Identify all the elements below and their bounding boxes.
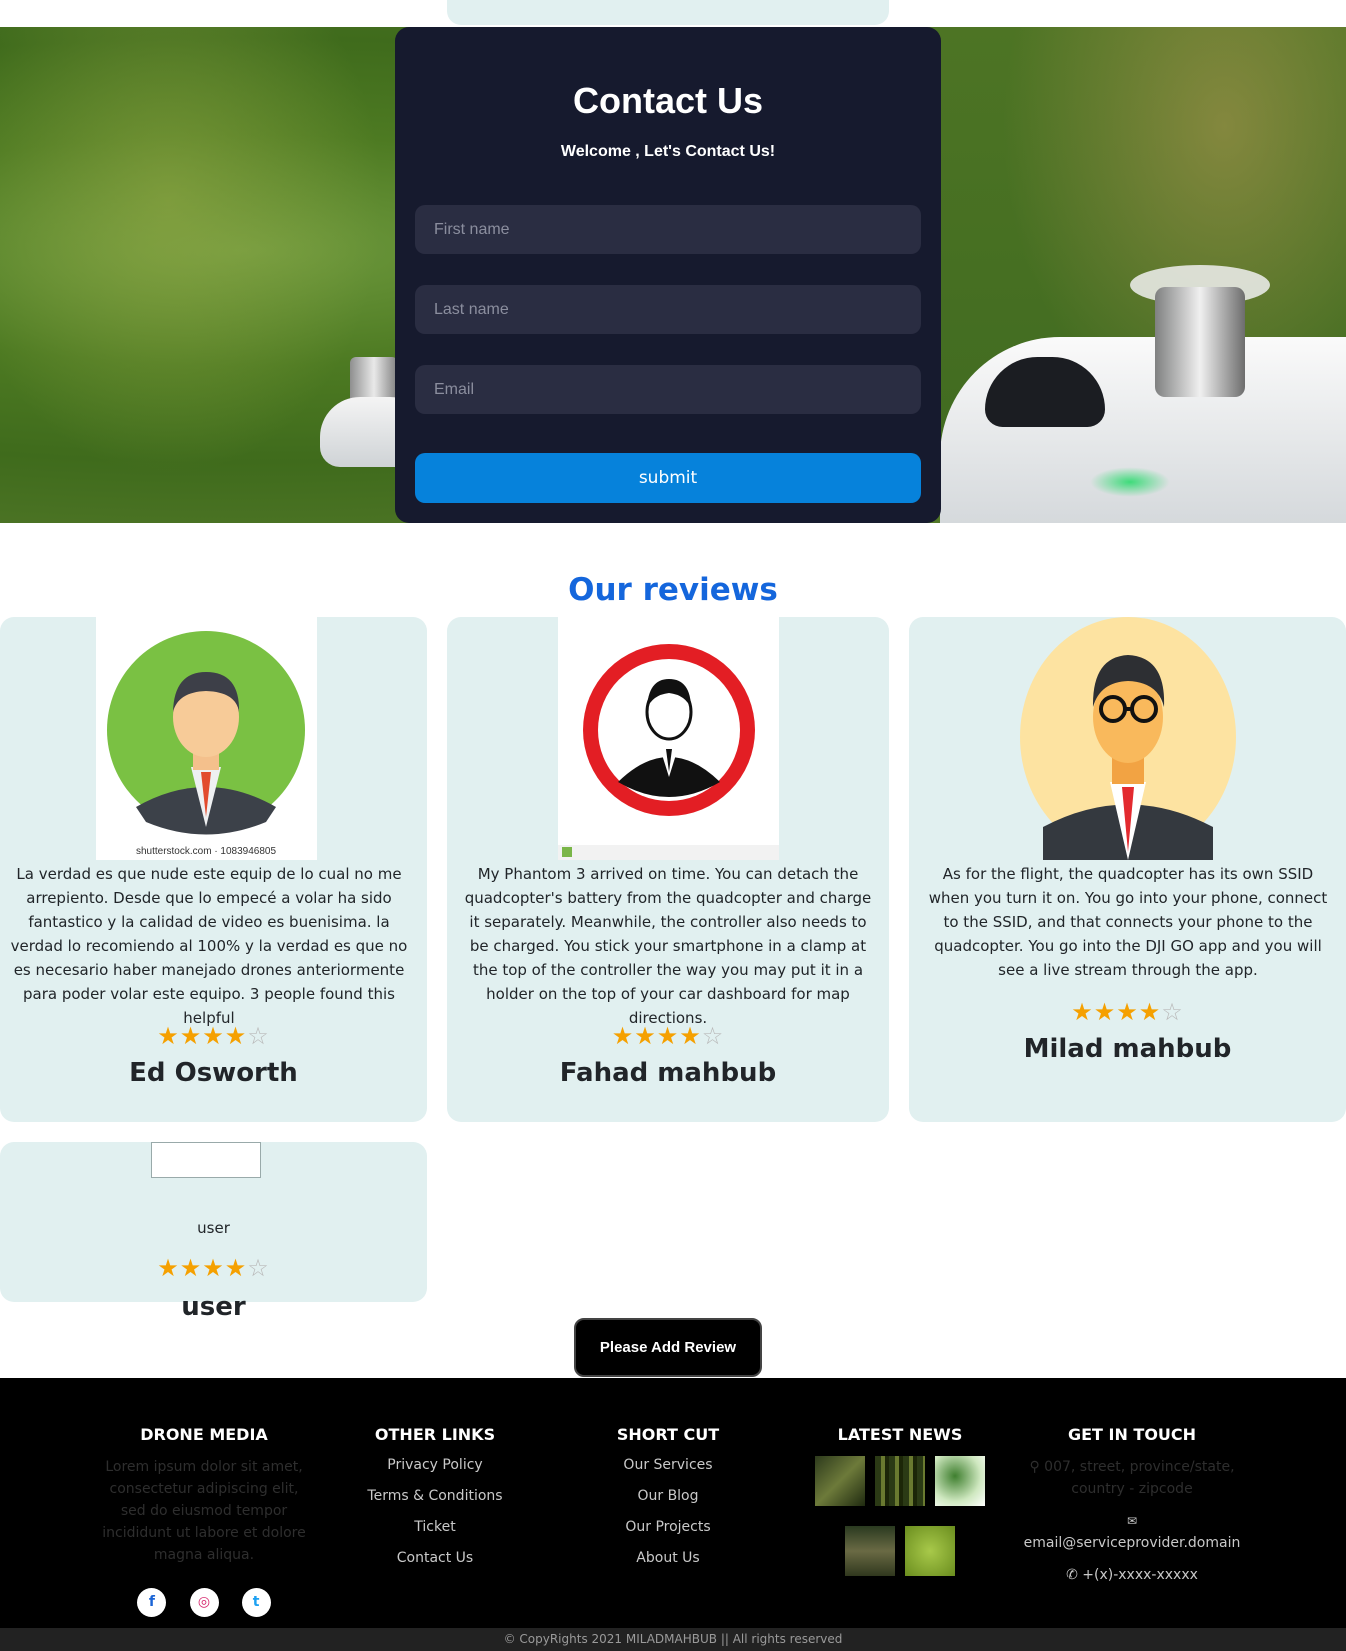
reviewer-name: user	[181, 1292, 246, 1322]
copyright-bar: © CopyRights 2021 MILADMAHBUB || All rig…	[0, 1628, 1346, 1651]
avatar	[1018, 617, 1239, 860]
footer-about-text: Lorem ipsum dolor sit amet, consectetur …	[102, 1459, 306, 1563]
map-marker-icon: ⚲	[1029, 1459, 1045, 1475]
reviewer-name: Fahad mahbub	[559, 1058, 777, 1088]
contact-form: Contact Us Welcome , Let's Contact Us! s…	[395, 27, 941, 523]
glasses-man-avatar-icon	[1020, 617, 1236, 860]
review-card: My Phantom 3 arrived on time. You can de…	[447, 617, 889, 1122]
review-text: La verdad es que nude este equip de lo c…	[10, 865, 408, 1027]
envelope-icon: ✉	[1126, 1514, 1138, 1528]
footer-heading: GET IN TOUCH	[1067, 1425, 1197, 1444]
footer-link-contact[interactable]: Contact Us	[335, 1549, 535, 1567]
star-half-icon: ☆	[247, 1254, 270, 1282]
social-links: f ◎ t	[98, 1588, 310, 1617]
star-full-icon: ★★★★	[157, 1022, 248, 1050]
image-caption: shutterstock.com · 1083946805	[136, 846, 277, 857]
review-text: As for the flight, the quadcopter has it…	[928, 865, 1328, 979]
footer: DRONE MEDIA Lorem ipsum dolor sit amet, …	[0, 1378, 1346, 1628]
rating-stars: ★★★★☆	[909, 998, 1346, 1026]
footer-heading: SHORT CUT	[616, 1425, 720, 1444]
email-field[interactable]	[415, 365, 921, 414]
star-full-icon: ★★★★	[1071, 998, 1162, 1026]
drone-motor-right	[1155, 287, 1245, 397]
drone-led	[1090, 467, 1170, 497]
footer-get-in-touch: GET IN TOUCH ⚲ 007, street, province/sta…	[1022, 1425, 1242, 1586]
reviews-title: Our reviews	[568, 572, 778, 608]
rating-stars: ★★★★☆	[0, 1254, 427, 1282]
twitter-icon[interactable]: t	[241, 1588, 271, 1617]
footer-other-links: OTHER LINKS Privacy Policy Terms & Condi…	[335, 1425, 535, 1580]
footer-link-about[interactable]: About Us	[568, 1549, 768, 1567]
news-thumbnail[interactable]	[875, 1456, 925, 1506]
news-thumbnail[interactable]	[815, 1456, 865, 1506]
facebook-icon[interactable]: f	[137, 1588, 167, 1617]
star-full-icon: ★★★★	[611, 1022, 702, 1050]
star-full-icon: ★★★★	[157, 1254, 248, 1282]
review-card: user ★★★★☆ user	[0, 1142, 427, 1322]
footer-phone: ✆ +(x)-xxxx-xxxxx	[1066, 1567, 1198, 1583]
news-thumbnail[interactable]	[935, 1456, 985, 1506]
last-name-field[interactable]	[415, 285, 921, 334]
footer-link-ticket[interactable]: Ticket	[335, 1518, 535, 1536]
star-half-icon: ☆	[701, 1022, 725, 1050]
news-thumbnail[interactable]	[845, 1526, 895, 1576]
footer-link-projects[interactable]: Our Projects	[568, 1518, 768, 1536]
footer-short-cut: SHORT CUT Our Services Our Blog Our Proj…	[568, 1425, 768, 1580]
instagram-icon[interactable]: ◎	[189, 1588, 219, 1617]
footer-heading: OTHER LINKS	[374, 1425, 496, 1444]
footer-link-services[interactable]: Our Services	[568, 1456, 768, 1474]
reviewer-name: Ed Osworth	[129, 1058, 298, 1088]
footer-about: DRONE MEDIA Lorem ipsum dolor sit amet, …	[98, 1425, 310, 1617]
submit-button[interactable]: submit	[415, 453, 921, 503]
star-half-icon: ☆	[247, 1022, 270, 1050]
footer-link-blog[interactable]: Our Blog	[568, 1487, 768, 1505]
review-text: My Phantom 3 arrived on time. You can de…	[464, 865, 872, 1027]
news-thumbnails	[800, 1456, 1000, 1606]
previous-card-remnant	[447, 0, 889, 25]
review-card: As for the flight, the quadcopter has it…	[909, 617, 1346, 1122]
footer-address: ⚲ 007, street, province/state, country -…	[1029, 1459, 1235, 1497]
no-entry-person-icon	[558, 644, 779, 860]
avatar	[558, 617, 779, 860]
footer-latest-news: LATEST NEWS	[800, 1425, 1000, 1606]
footer-heading: DRONE MEDIA	[140, 1425, 268, 1444]
rating-stars: ★★★★☆	[447, 1022, 889, 1050]
reviewer-name: Milad mahbub	[1023, 1034, 1232, 1064]
businessman-avatar-icon: shutterstock.com · 1083946805	[107, 631, 305, 857]
avatar: shutterstock.com · 1083946805	[96, 617, 317, 860]
footer-heading: LATEST NEWS	[837, 1425, 963, 1444]
news-thumbnail[interactable]	[905, 1526, 955, 1576]
footer-email: ✉ email@serviceprovider.domain	[1023, 1514, 1241, 1551]
review-card: shutterstock.com · 1083946805 La verdad …	[0, 617, 427, 1122]
rating-stars: ★★★★☆	[0, 1022, 427, 1050]
footer-link-terms[interactable]: Terms & Conditions	[335, 1487, 535, 1505]
footer-link-privacy-policy[interactable]: Privacy Policy	[335, 1456, 535, 1474]
review-text: user	[197, 1219, 230, 1237]
broken-image-icon	[151, 1142, 261, 1178]
contact-subtitle: Welcome , Let's Contact Us!	[560, 143, 776, 160]
add-review-button[interactable]: Please Add Review	[574, 1318, 762, 1377]
phone-icon: ✆	[1066, 1567, 1083, 1583]
contact-title: Contact Us	[572, 80, 764, 121]
star-half-icon: ☆	[1161, 998, 1184, 1026]
first-name-field[interactable]	[415, 205, 921, 254]
